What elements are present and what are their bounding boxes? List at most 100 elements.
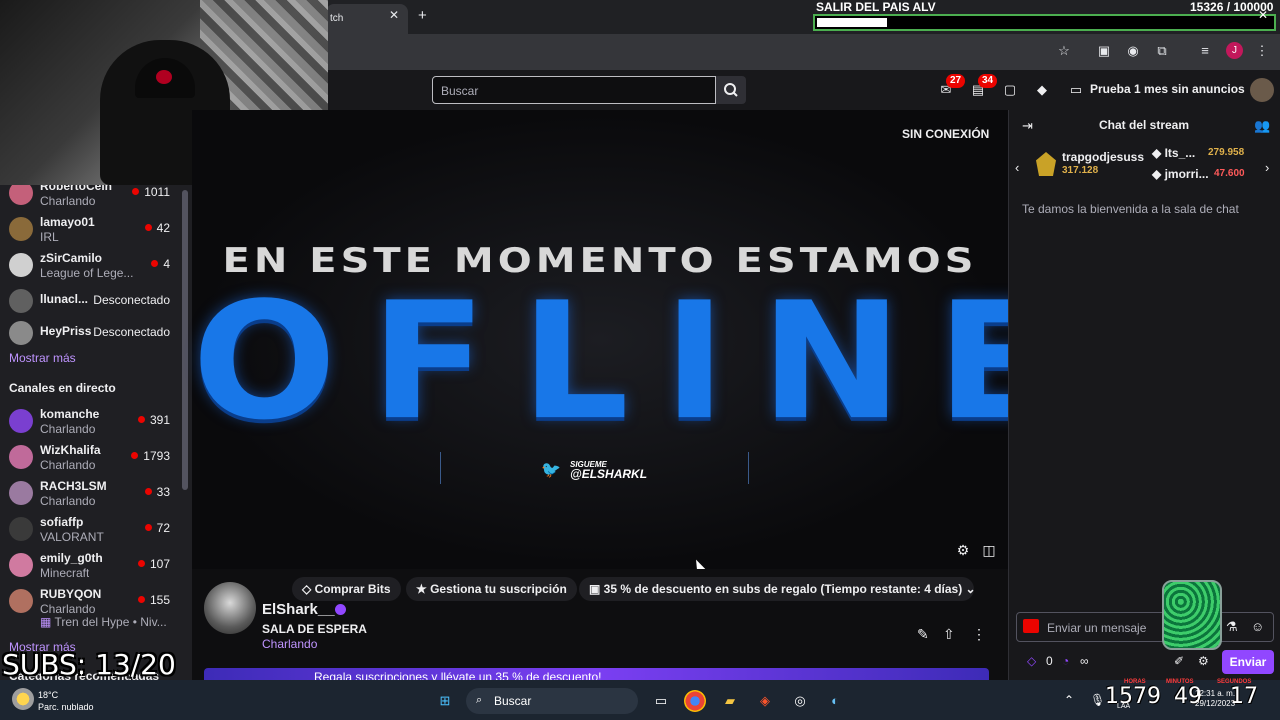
channel-points-icon[interactable]: ◇ <box>1027 654 1036 668</box>
file-explorer-icon[interactable]: ▰ <box>719 690 741 712</box>
pin-icon[interactable]: ✐ <box>1174 654 1184 668</box>
stream-category[interactable]: Charlando <box>262 637 317 651</box>
viewer-count: 1011 <box>132 185 170 199</box>
sidebar-channel[interactable]: llunacl... Desconectado <box>0 285 180 321</box>
weather-icon[interactable] <box>12 688 34 710</box>
viewer-count: 33 <box>145 485 170 499</box>
taskbar-clock[interactable]: 12:31 a. m. 29/12/2023 <box>1195 689 1235 709</box>
sidebar-channel[interactable]: sofiaffp VALORANT 72 <box>0 513 180 549</box>
edit-pencil-icon[interactable]: ✎ <box>917 626 929 643</box>
chevron-left-icon[interactable]: ‹ <box>1015 160 1019 175</box>
bits-icon[interactable]: ⚗ <box>1226 619 1238 635</box>
share-icon[interactable]: ⇧ <box>943 626 955 643</box>
subs-goal-overlay: SUBS: 13/20 <box>2 648 176 681</box>
buy-bits-label: Comprar Bits <box>314 582 391 596</box>
bits-jar-overlay <box>1162 580 1222 650</box>
send-button[interactable]: Enviar <box>1222 650 1274 674</box>
crown-icon[interactable]: ◆ <box>1032 80 1052 100</box>
viewer-count: 155 <box>138 593 170 607</box>
bookmark-star-icon[interactable]: ☆ <box>1055 42 1073 60</box>
whispers-badge: 34 <box>978 74 998 88</box>
windows-taskbar <box>0 680 1280 720</box>
viewer-count: 107 <box>138 557 170 571</box>
sidebar-channel[interactable]: zSirCamilo League of Lege... 4 <box>0 249 180 285</box>
gift-sub-label: 35 % de descuento en subs de regalo (Tie… <box>603 582 963 596</box>
turbo-trial-button[interactable]: Prueba 1 mes sin anuncios <box>1090 82 1245 96</box>
viewer-count: 1793 <box>131 449 170 463</box>
channel-game: IRL <box>40 230 59 244</box>
settings-gear-icon[interactable]: ⚙ <box>955 542 971 558</box>
chat-settings-icon[interactable]: ⚙ <box>1198 654 1209 668</box>
chevron-right-icon[interactable]: › <box>1265 160 1269 175</box>
channel-game: Minecraft <box>40 566 90 580</box>
channel-game: Charlando <box>40 458 96 472</box>
gifter-3-amount: 47.600 <box>1214 168 1245 179</box>
sidebar-channel[interactable]: WizKhalifa Charlando 1793 <box>0 441 180 477</box>
new-tab-icon[interactable]: + <box>418 7 427 24</box>
chat-panel <box>1008 110 1280 680</box>
discord-icon[interactable]: ◎ <box>789 690 811 712</box>
top-gifter-name[interactable]: trapgodjesuss <box>1062 150 1144 164</box>
viewer-count: 391 <box>138 413 170 427</box>
profile-avatar[interactable]: J <box>1226 42 1243 59</box>
sidebar-channel[interactable]: komanche Charlando 391 <box>0 405 180 441</box>
gifter-2-name[interactable]: ◆ Its_... <box>1152 146 1195 160</box>
tab-close-icon[interactable]: ✕ <box>389 8 399 22</box>
gift-sub-discount-button[interactable]: ▣ 35 % de descuento en subs de regalo (T… <box>579 577 976 601</box>
close-icon[interactable]: ✕ <box>1258 8 1268 22</box>
weather-widget[interactable]: 18°C Parc. nublado <box>38 689 94 713</box>
gift-icon: ▣ <box>589 582 604 596</box>
chevron-down-icon: ⌄ <box>962 582 976 596</box>
community-icon[interactable]: 👥 <box>1254 118 1270 134</box>
taskbar-search[interactable]: Buscar <box>466 688 638 714</box>
avatar <box>9 589 33 613</box>
record-clip-icon[interactable] <box>1023 619 1039 633</box>
tray-chevron-icon[interactable]: ⌃ <box>1064 693 1074 707</box>
microphone-icon[interactable]: 🎙 <box>1090 693 1105 707</box>
extension-icon[interactable]: ▣ <box>1095 42 1113 60</box>
star-icon: ★ <box>416 582 431 596</box>
media-icon[interactable]: ≡ <box>1196 42 1214 60</box>
show-more-link[interactable]: Mostrar más <box>9 351 76 365</box>
sidebar-channel[interactable]: RobertoCein Charlando 1011 <box>0 185 180 213</box>
whispers-icon[interactable]: ▢ <box>1000 80 1020 100</box>
streamer-name[interactable]: ElShark__ <box>262 601 335 618</box>
avatar <box>9 185 33 205</box>
chrome-icon[interactable] <box>684 690 706 712</box>
windows-start-icon[interactable]: ⊞ <box>434 690 456 712</box>
sidebar-channel[interactable]: HeyPriss Desconectado <box>0 317 180 353</box>
avatar <box>9 553 33 577</box>
timer-hours: 1579 <box>1105 684 1161 709</box>
inbox-badge: 27 <box>946 74 966 88</box>
keyboard-language[interactable]: LAA <box>1117 703 1130 710</box>
search-input[interactable]: Buscar <box>432 76 716 104</box>
avatar <box>9 445 33 469</box>
task-view-icon[interactable]: ▭ <box>650 690 672 712</box>
sidebar-channel[interactable]: lamayo01 IRL 42 <box>0 213 180 249</box>
extensions-puzzle-icon[interactable]: ⧉ <box>1153 42 1171 60</box>
more-options-icon[interactable]: ⋮ <box>972 626 986 643</box>
brave-icon[interactable]: ◈ <box>754 690 776 712</box>
steam-icon[interactable]: ◐ <box>824 690 846 712</box>
channel-name: HeyPriss <box>40 324 92 338</box>
search-button[interactable] <box>716 76 746 104</box>
sidebar-channel[interactable]: emily_g0th Minecraft 107 <box>0 549 180 585</box>
sidebar-scrollbar[interactable] <box>182 190 188 490</box>
extension-icon[interactable]: ◉ <box>1124 42 1142 60</box>
weather-temp: 18°C <box>38 690 59 700</box>
sidebar-channel[interactable]: RUBYQON Charlando 155 ▦ Tren del Hype • … <box>0 585 180 629</box>
bits-icon: ◇ <box>302 582 315 596</box>
user-avatar[interactable] <box>1250 78 1274 102</box>
overlay-goal-title: SALIR DEL PAIS ALV <box>816 0 936 14</box>
ad-free-icon: ▭ <box>1069 82 1083 97</box>
emote-icon[interactable]: ☺ <box>1251 619 1264 634</box>
kebab-menu-icon[interactable]: ⋮ <box>1253 42 1271 60</box>
sidebar-channel[interactable]: RACH3LSM Charlando 33 <box>0 477 180 513</box>
left-sidebar: RobertoCein Charlando 1011 lamayo01 IRL … <box>0 185 192 680</box>
theatre-mode-icon[interactable]: ◫ <box>981 542 997 558</box>
manage-sub-button[interactable]: ★ Gestiona tu suscripción <box>406 577 577 601</box>
buy-bits-button[interactable]: ◇ Comprar Bits <box>292 577 401 601</box>
gifter-3-name[interactable]: ◆ jmorri... <box>1152 167 1209 181</box>
streamer-avatar[interactable] <box>204 582 256 634</box>
channel-game: Charlando <box>40 494 96 508</box>
